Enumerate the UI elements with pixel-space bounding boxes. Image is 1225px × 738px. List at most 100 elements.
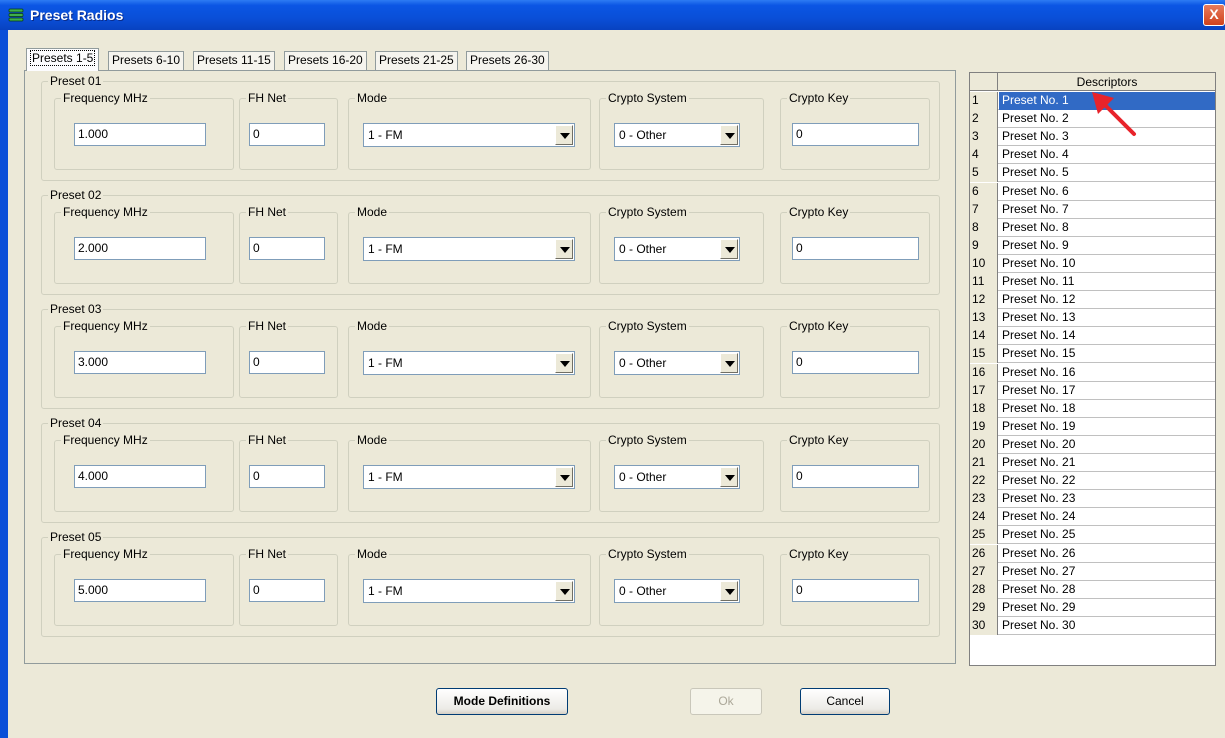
mode-select[interactable]: 1 - FM xyxy=(363,351,575,375)
row-number[interactable]: 23 xyxy=(970,490,998,509)
row-number[interactable]: 17 xyxy=(970,381,998,400)
fh-net-input[interactable]: 0 xyxy=(249,351,325,374)
table-row[interactable]: 26 Preset No. 26 xyxy=(970,544,1215,563)
descriptor-cell[interactable]: Preset No. 28 xyxy=(999,581,1215,599)
close-button[interactable]: X xyxy=(1203,4,1225,26)
row-number[interactable]: 28 xyxy=(970,580,998,599)
table-row[interactable]: 16 Preset No. 16 xyxy=(970,363,1215,382)
row-number[interactable]: 24 xyxy=(970,508,998,527)
chevron-down-icon[interactable] xyxy=(720,353,738,373)
tab-presets-26-30[interactable]: Presets 26-30 xyxy=(466,51,549,70)
row-number[interactable]: 22 xyxy=(970,472,998,491)
tab-presets-16-20[interactable]: Presets 16-20 xyxy=(284,51,367,70)
table-row[interactable]: 27 Preset No. 27 xyxy=(970,562,1215,581)
descriptors-column-header[interactable]: Descriptors xyxy=(999,73,1215,91)
tab-presets-1-5[interactable]: Presets 1-5 xyxy=(26,48,100,71)
descriptor-cell[interactable]: Preset No. 25 xyxy=(999,526,1215,544)
descriptor-cell[interactable]: Preset No. 29 xyxy=(999,599,1215,617)
row-number[interactable]: 20 xyxy=(970,435,998,454)
row-number[interactable]: 11 xyxy=(970,273,998,291)
chevron-down-icon[interactable] xyxy=(720,581,738,601)
frequency-input[interactable]: 2.000 xyxy=(74,237,206,260)
row-number[interactable]: 3 xyxy=(970,128,998,147)
descriptor-cell[interactable]: Preset No. 16 xyxy=(999,364,1215,382)
table-row[interactable]: 15 Preset No. 15 xyxy=(970,345,1215,364)
table-row[interactable]: 28 Preset No. 28 xyxy=(970,580,1215,599)
table-row[interactable]: 8 Preset No. 8 xyxy=(970,218,1215,237)
crypto-key-input[interactable]: 0 xyxy=(792,237,919,260)
table-row[interactable]: 13 Preset No. 13 xyxy=(970,309,1215,328)
table-row[interactable]: 22 Preset No. 22 xyxy=(970,472,1215,491)
descriptor-cell[interactable]: Preset No. 13 xyxy=(999,309,1215,327)
descriptor-cell[interactable]: Preset No. 10 xyxy=(999,255,1215,273)
table-row[interactable]: 11 Preset No. 11 xyxy=(970,273,1215,291)
chevron-down-icon[interactable] xyxy=(720,239,738,259)
row-number[interactable]: 25 xyxy=(970,526,998,545)
chevron-down-icon[interactable] xyxy=(555,581,573,601)
mode-definitions-button[interactable]: Mode Definitions xyxy=(436,688,568,715)
descriptor-cell[interactable]: Preset No. 14 xyxy=(999,327,1215,345)
crypto-key-input[interactable]: 0 xyxy=(792,579,919,602)
table-row[interactable]: 5 Preset No. 5 xyxy=(970,164,1215,183)
descriptor-cell[interactable]: Preset No. 4 xyxy=(999,146,1215,164)
descriptor-cell[interactable]: Preset No. 20 xyxy=(999,436,1215,454)
descriptor-cell[interactable]: Preset No. 5 xyxy=(999,164,1215,182)
tab-presets-6-10[interactable]: Presets 6-10 xyxy=(108,51,185,70)
ok-button[interactable]: Ok xyxy=(690,688,762,715)
descriptor-cell[interactable]: Preset No. 11 xyxy=(999,273,1215,291)
descriptor-cell[interactable]: Preset No. 12 xyxy=(999,291,1215,309)
crypto-key-input[interactable]: 0 xyxy=(792,465,919,488)
chevron-down-icon[interactable] xyxy=(720,125,738,145)
descriptor-cell[interactable]: Preset No. 7 xyxy=(999,201,1215,219)
row-number[interactable]: 2 xyxy=(970,110,998,129)
descriptor-cell[interactable]: Preset No. 15 xyxy=(999,345,1215,363)
table-row[interactable]: 9 Preset No. 9 xyxy=(970,236,1215,255)
row-number[interactable]: 15 xyxy=(970,345,998,364)
table-row[interactable]: 14 Preset No. 14 xyxy=(970,327,1215,346)
row-number[interactable]: 21 xyxy=(970,454,998,472)
row-number[interactable]: 30 xyxy=(970,616,998,635)
table-row[interactable]: 18 Preset No. 18 xyxy=(970,399,1215,418)
row-number[interactable]: 27 xyxy=(970,562,998,581)
row-number[interactable]: 26 xyxy=(970,544,998,563)
table-row[interactable]: 21 Preset No. 21 xyxy=(970,454,1215,472)
chevron-down-icon[interactable] xyxy=(720,467,738,487)
row-number[interactable]: 5 xyxy=(970,164,998,183)
row-number[interactable]: 12 xyxy=(970,291,998,310)
table-row[interactable]: 12 Preset No. 12 xyxy=(970,291,1215,310)
table-row[interactable]: 20 Preset No. 20 xyxy=(970,435,1215,454)
row-number[interactable]: 29 xyxy=(970,598,998,617)
cancel-button[interactable]: Cancel xyxy=(800,688,890,715)
descriptor-cell[interactable]: Preset No. 21 xyxy=(999,454,1215,472)
fh-net-input[interactable]: 0 xyxy=(249,465,325,488)
mode-select[interactable]: 1 - FM xyxy=(363,123,575,147)
title-bar[interactable]: Preset Radios X xyxy=(0,0,1225,30)
row-number[interactable]: 19 xyxy=(970,417,998,436)
descriptor-cell[interactable]: Preset No. 24 xyxy=(999,508,1215,526)
table-row[interactable]: 19 Preset No. 19 xyxy=(970,417,1215,436)
row-number[interactable]: 10 xyxy=(970,254,998,273)
table-row[interactable]: 30 Preset No. 30 xyxy=(970,616,1215,635)
frequency-input[interactable]: 3.000 xyxy=(74,351,206,374)
row-number[interactable]: 13 xyxy=(970,309,998,328)
mode-select[interactable]: 1 - FM xyxy=(363,579,575,603)
descriptor-cell[interactable]: Preset No. 9 xyxy=(999,237,1215,255)
table-row[interactable]: 29 Preset No. 29 xyxy=(970,598,1215,617)
row-number[interactable]: 16 xyxy=(970,363,998,382)
descriptor-cell[interactable]: Preset No. 8 xyxy=(999,219,1215,237)
table-row[interactable]: 17 Preset No. 17 xyxy=(970,381,1215,400)
tab-presets-11-15[interactable]: Presets 11-15 xyxy=(193,51,275,70)
frequency-input[interactable]: 5.000 xyxy=(74,579,206,602)
tab-presets-21-25[interactable]: Presets 21-25 xyxy=(375,51,458,70)
chevron-down-icon[interactable] xyxy=(555,353,573,373)
table-row[interactable]: 25 Preset No. 25 xyxy=(970,526,1215,545)
crypto-system-select[interactable]: 0 - Other xyxy=(614,351,740,375)
fh-net-input[interactable]: 0 xyxy=(249,237,325,260)
table-row[interactable]: 4 Preset No. 4 xyxy=(970,146,1215,165)
table-row[interactable]: 10 Preset No. 10 xyxy=(970,254,1215,273)
chevron-down-icon[interactable] xyxy=(555,239,573,259)
frequency-input[interactable]: 1.000 xyxy=(74,123,206,146)
table-row[interactable]: 6 Preset No. 6 xyxy=(970,182,1215,201)
mode-select[interactable]: 1 - FM xyxy=(363,465,575,489)
row-number[interactable]: 4 xyxy=(970,146,998,165)
